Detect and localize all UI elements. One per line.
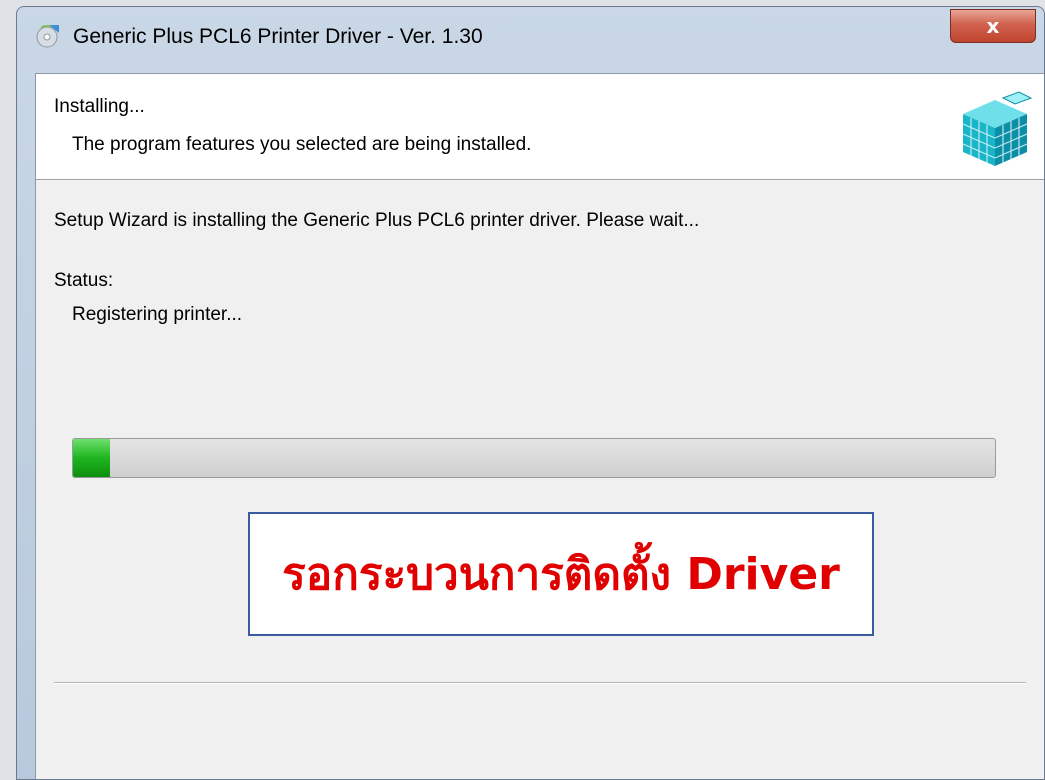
progress-fill [73, 439, 110, 477]
setup-cd-icon [36, 25, 59, 48]
installer-package-icon [962, 91, 1033, 166]
window-title: Generic Plus PCL6 Printer Driver - Ver. … [73, 25, 483, 48]
status-value: Registering printer... [72, 304, 243, 325]
callout-text: รอกระบวนการติดตั้ง Driver [282, 549, 840, 600]
close-button[interactable]: x [950, 9, 1036, 43]
title-bar[interactable]: Generic Plus PCL6 Printer Driver - Ver. … [17, 7, 1044, 71]
close-icon: x [986, 14, 1000, 38]
wizard-content: Installing... The program features you s… [35, 73, 1044, 779]
header-subtitle: The program features you selected are be… [72, 134, 532, 155]
install-message: Setup Wizard is installing the Generic P… [54, 210, 700, 231]
status-label: Status: [54, 270, 114, 291]
header-title: Installing... [54, 96, 145, 117]
wizard-header: Installing... The program features you s… [36, 74, 1044, 180]
progress-bar [72, 438, 996, 478]
installer-window: Generic Plus PCL6 Printer Driver - Ver. … [16, 6, 1045, 780]
instruction-callout: รอกระบวนการติดตั้ง Driver [248, 512, 874, 636]
footer-divider [54, 682, 1026, 684]
